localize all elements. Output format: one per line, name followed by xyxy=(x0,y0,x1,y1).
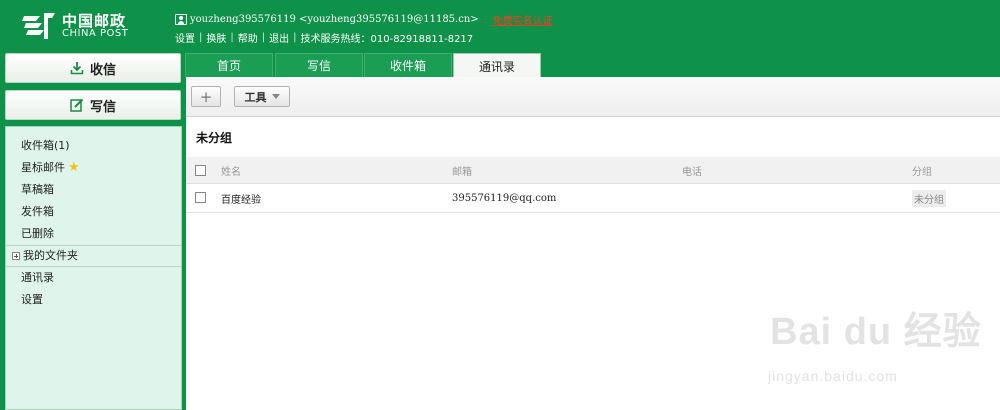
logout-link[interactable]: 退出 xyxy=(269,30,289,45)
column-header-name[interactable]: 姓名 xyxy=(221,157,241,183)
compose-mail-button[interactable]: 写信 xyxy=(5,90,181,120)
group-tag: 未分组 xyxy=(912,189,946,207)
contact-email[interactable]: 395576119@qq.com xyxy=(452,184,556,212)
tab-label: 通讯录 xyxy=(478,59,515,74)
contact-group: 未分组 xyxy=(912,184,946,212)
brand-name-en: CHINA POST xyxy=(62,28,129,39)
utility-links: 设置 | 换肤 | 帮助 | 退出 | 技术服务热线：010-82918811-… xyxy=(175,30,474,45)
expand-plus-icon[interactable] xyxy=(12,252,20,260)
sidebar-item-inbox[interactable]: 收件箱(1) xyxy=(6,135,181,157)
sidebar-item-sent[interactable]: 发件箱 xyxy=(6,201,181,223)
tools-dropdown-button[interactable]: 工具 xyxy=(234,86,290,107)
link-separator: | xyxy=(230,31,234,43)
sidebar-item-label: 收件箱(1) xyxy=(21,139,70,152)
caret-down-icon xyxy=(271,94,280,99)
tab-label: 首页 xyxy=(216,59,241,73)
add-contact-button[interactable]: + xyxy=(191,86,221,107)
compose-mail-label: 写信 xyxy=(89,99,116,115)
row-checkbox[interactable] xyxy=(195,192,206,203)
sidebar-item-settings[interactable]: 设置 xyxy=(6,289,181,311)
download-icon xyxy=(70,61,84,75)
user-email: youzheng395576119 <youzheng395576119@111… xyxy=(190,13,479,25)
settings-link[interactable]: 设置 xyxy=(175,30,195,45)
sidebar-item-label: 已删除 xyxy=(21,227,54,240)
sidebar-item-label: 星标邮件 xyxy=(21,161,65,174)
tab-label: 收件箱 xyxy=(389,59,426,73)
baidu-jingyan-watermark: Bai du 经验 jingyan.baidu.com xyxy=(760,290,992,400)
sidebar-item-contacts[interactable]: 通讯录 xyxy=(6,267,181,289)
sidebar-item-my-folders[interactable]: 我的文件夹 xyxy=(6,245,181,267)
tools-label: 工具 xyxy=(244,90,267,104)
plus-icon: + xyxy=(199,87,213,106)
sidebar-item-deleted[interactable]: 已删除 xyxy=(6,223,181,245)
folder-sidebar: 收件箱(1) 星标邮件 ★ 草稿箱 发件箱 已删除 我的文件夹 通讯录 设置 xyxy=(5,126,182,410)
user-info-line: youzheng395576119 <youzheng395576119@111… xyxy=(175,12,553,27)
tab-home[interactable]: 首页 xyxy=(185,53,273,77)
receive-mail-label: 收信 xyxy=(89,62,116,78)
china-post-emblem-icon xyxy=(22,13,55,39)
tab-compose[interactable]: 写信 xyxy=(275,53,363,77)
sidebar-item-label: 设置 xyxy=(21,293,43,306)
user-card-icon xyxy=(175,13,187,25)
sidebar-item-label: 发件箱 xyxy=(21,205,54,218)
contacts-table-header: 姓名 邮箱 电话 分组 xyxy=(186,157,1000,184)
table-row[interactable]: 百度经验 395576119@qq.com 未分组 xyxy=(186,184,1000,213)
watermark-url: jingyan.baidu.com xyxy=(768,368,898,384)
hotline-text: 技术服务热线：010-82918811-8217 xyxy=(300,33,474,45)
app-header: 中国邮政 CHINA POST youzheng395576119 <youzh… xyxy=(0,0,1000,52)
link-separator: | xyxy=(199,31,203,43)
contact-name[interactable]: 百度经验 xyxy=(221,184,261,212)
star-icon: ★ xyxy=(68,160,80,175)
help-link[interactable]: 帮助 xyxy=(238,30,258,45)
tab-inbox[interactable]: 收件箱 xyxy=(364,53,452,77)
group-title: 未分组 xyxy=(196,131,233,145)
tab-contacts[interactable]: 通讯录 xyxy=(453,53,541,78)
contacts-toolbar: + 工具 xyxy=(186,77,1000,117)
sidebar-item-drafts[interactable]: 草稿箱 xyxy=(6,179,181,201)
tab-label: 写信 xyxy=(306,59,331,73)
compose-pencil-icon xyxy=(70,98,84,112)
sidebar-item-label: 草稿箱 xyxy=(21,183,54,196)
real-name-auth-link[interactable]: 免费实名认证 xyxy=(493,12,553,27)
column-header-email[interactable]: 邮箱 xyxy=(452,157,472,183)
sidebar-item-starred[interactable]: 星标邮件 ★ xyxy=(6,157,181,179)
link-separator: | xyxy=(261,31,266,43)
watermark-brand: Bai du 经验 xyxy=(770,311,982,353)
column-header-phone[interactable]: 电话 xyxy=(682,157,702,183)
select-all-checkbox[interactable] xyxy=(195,165,206,176)
sidebar-item-label: 我的文件夹 xyxy=(23,249,78,262)
skin-link[interactable]: 换肤 xyxy=(206,30,226,45)
receive-mail-button[interactable]: 收信 xyxy=(5,53,181,83)
link-separator: | xyxy=(293,31,297,43)
sidebar-item-label: 通讯录 xyxy=(21,271,54,284)
column-header-group[interactable]: 分组 xyxy=(912,157,932,183)
china-post-logo[interactable]: 中国邮政 CHINA POST xyxy=(22,8,142,44)
